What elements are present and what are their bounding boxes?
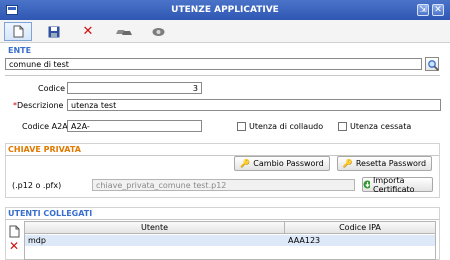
- descrizione-label: *Descrizione: [13, 101, 63, 110]
- ente-name-field[interactable]: comune di test: [5, 58, 422, 70]
- column-header-codice-ipa[interactable]: Codice IPA: [285, 222, 435, 234]
- descrizione-label-text: Descrizione: [17, 101, 64, 110]
- toolbar: ✕: [0, 20, 450, 43]
- window-titlebar: UTENZE APPLICATIVE ⇲ ✕: [0, 0, 450, 20]
- import-icon: [363, 180, 371, 189]
- resetta-password-label: Resetta Password: [355, 159, 427, 168]
- column-header-utente[interactable]: Utente: [25, 222, 285, 234]
- utenti-table: Utente Codice IPA mdp AAA123: [24, 221, 436, 260]
- cell-codice-ipa: AAA123: [288, 236, 321, 245]
- codice-field[interactable]: 3: [67, 82, 202, 94]
- delete-icon[interactable]: ✕: [74, 22, 102, 41]
- close-icon[interactable]: ✕: [432, 4, 444, 16]
- cars-icon[interactable]: [110, 22, 138, 41]
- delete-icon: ✕: [9, 239, 20, 253]
- key-icon: 🔑: [240, 159, 251, 168]
- delete-row-button[interactable]: ✕: [9, 240, 21, 252]
- importa-certificato-label: Importa Certificato: [373, 175, 415, 194]
- cessata-label: Utenza cessata: [350, 122, 412, 131]
- resetta-password-button[interactable]: 🔑 Resetta Password: [337, 156, 432, 171]
- codice-label: Codice: [38, 84, 66, 93]
- collaudo-label: Utenza di collaudo: [249, 122, 324, 131]
- section-title-ente: ENTE: [8, 46, 32, 55]
- certificate-file-field: chiave_privata_comune test.p12: [92, 179, 355, 191]
- collaudo-checkbox[interactable]: [237, 122, 246, 131]
- new-icon[interactable]: [4, 22, 32, 41]
- new-document-icon: [9, 225, 20, 238]
- cambio-password-label: Cambio Password: [253, 159, 324, 168]
- file-type-label: (.p12 o .pfx): [12, 181, 62, 190]
- cell-utente: mdp: [28, 236, 46, 245]
- search-button[interactable]: [425, 57, 439, 71]
- cessata-checkbox[interactable]: [338, 122, 347, 131]
- descrizione-field[interactable]: utenza test: [67, 99, 441, 111]
- codice-a2a-field[interactable]: A2A-: [67, 120, 202, 132]
- cambio-password-button[interactable]: 🔑 Cambio Password: [234, 156, 330, 171]
- window-title: UTENZE APPLICATIVE: [171, 5, 279, 15]
- save-icon[interactable]: [40, 22, 68, 41]
- section-title-chiave: CHIAVE PRIVATA: [8, 145, 81, 154]
- search-icon: [428, 60, 439, 71]
- divider: [5, 75, 440, 76]
- importa-certificato-button[interactable]: Importa Certificato: [362, 175, 433, 194]
- divider: [6, 219, 439, 220]
- key-icon: 🔑: [342, 159, 353, 168]
- table-row[interactable]: mdp AAA123: [25, 235, 435, 246]
- lock-icon[interactable]: [144, 22, 172, 41]
- codice-a2a-label: Codice A2A: [22, 122, 68, 131]
- restore-icon[interactable]: ⇲: [417, 4, 429, 16]
- add-row-button[interactable]: [9, 225, 21, 238]
- section-title-utenti: UTENTI COLLEGATI: [8, 209, 93, 218]
